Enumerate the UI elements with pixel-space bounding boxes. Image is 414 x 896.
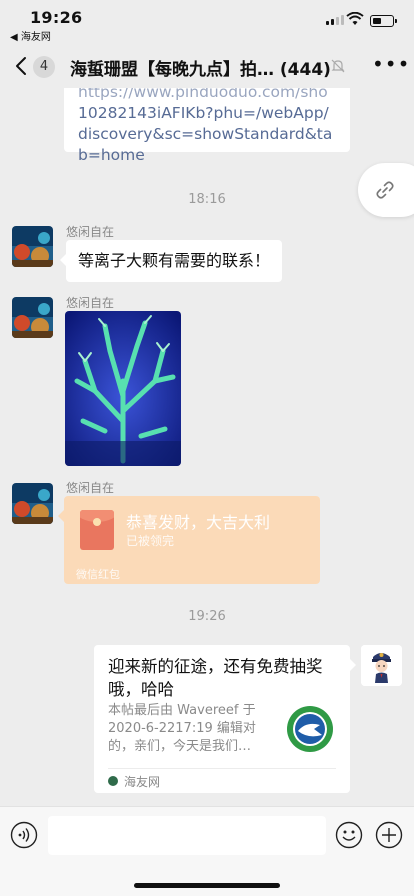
- back-to-app-link[interactable]: ◀ 海友网: [10, 28, 51, 43]
- url-message-text[interactable]: 10282143iAFIKb?phu=/webApp/discovery&sc=…: [78, 103, 336, 166]
- coral-photo: [65, 311, 181, 466]
- red-packet-footer: 微信红包: [76, 568, 120, 581]
- back-chevron-icon[interactable]: [10, 54, 34, 78]
- more-options-button[interactable]: •••: [372, 54, 409, 76]
- timestamp: 19:26: [188, 609, 226, 624]
- divider: [108, 768, 336, 769]
- text-message-bubble[interactable]: 等离子大颗有需要的联系！: [59, 240, 283, 282]
- avatar[interactable]: [12, 297, 53, 338]
- unread-count-badge: 4: [33, 56, 55, 78]
- red-packet-status: 已被领完: [126, 534, 175, 548]
- status-bar: 19:26 ◀ 海友网: [0, 0, 414, 44]
- status-time: 19:26: [30, 8, 83, 27]
- wifi-icon: [346, 12, 364, 25]
- avatar-reef-image: [12, 483, 53, 524]
- coral-photo-message[interactable]: [65, 311, 181, 466]
- avatar[interactable]: [12, 483, 53, 524]
- sender-name: 悠闲自在: [66, 225, 115, 239]
- input-bar: [0, 806, 414, 896]
- battery-icon: [370, 15, 397, 27]
- signal-icon: [326, 15, 344, 25]
- mute-bell-icon: [331, 59, 345, 73]
- red-envelope-icon: [80, 510, 114, 550]
- chat-header: 4 海蜇珊盟【每晚九点】拍… (444) •••: [0, 44, 414, 88]
- red-packet-message[interactable]: 恭喜发财，大吉大利 已被领完 微信红包: [58, 496, 320, 584]
- avatar-reef-image: [12, 226, 53, 267]
- sender-name: 悠闲自在: [66, 296, 115, 310]
- floating-link-button[interactable]: [358, 163, 414, 217]
- text-message: 等离子大颗有需要的联系！: [78, 251, 271, 270]
- link-card-title: 迎来新的征途，还有免费抽奖哦，哈哈: [108, 657, 323, 699]
- message-input[interactable]: [48, 816, 326, 855]
- link-card-source: 海友网: [124, 775, 161, 789]
- source-app-icon: [108, 776, 118, 786]
- link-card-message[interactable]: 迎来新的征途，还有免费抽奖哦，哈哈 本帖最后由 Wavereef 于 2020-…: [94, 645, 356, 793]
- chat-messages[interactable]: https://www.pinduoduo.com/shop/010282143…: [0, 88, 414, 806]
- my-avatar[interactable]: [361, 645, 402, 686]
- sender-name: 悠闲自在: [66, 481, 115, 495]
- emoji-icon[interactable]: [335, 821, 363, 849]
- link-card-description: 本帖最后由 Wavereef 于 2020-6-2217:19 编辑对的，亲们，…: [108, 703, 256, 754]
- avatar-reef-image: [12, 297, 53, 338]
- timestamp: 18:16: [188, 192, 226, 207]
- url-message-overflow: https://www.pinduoduo.com/shop/010282143…: [78, 88, 328, 101]
- red-packet-title: 恭喜发财，大吉大利: [126, 513, 271, 532]
- voice-input-icon[interactable]: [10, 821, 38, 849]
- home-indicator: [134, 883, 280, 888]
- link-card-logo-icon: [287, 706, 333, 752]
- link-icon: [376, 181, 394, 199]
- avatar[interactable]: [12, 226, 53, 267]
- chat-title: 海蜇珊盟【每晚九点】拍… (444): [70, 60, 331, 80]
- url-message-bubble[interactable]: https://www.pinduoduo.com/shop/010282143…: [64, 88, 350, 164]
- plus-icon[interactable]: [375, 821, 403, 849]
- avatar-police-cartoon: [361, 645, 402, 686]
